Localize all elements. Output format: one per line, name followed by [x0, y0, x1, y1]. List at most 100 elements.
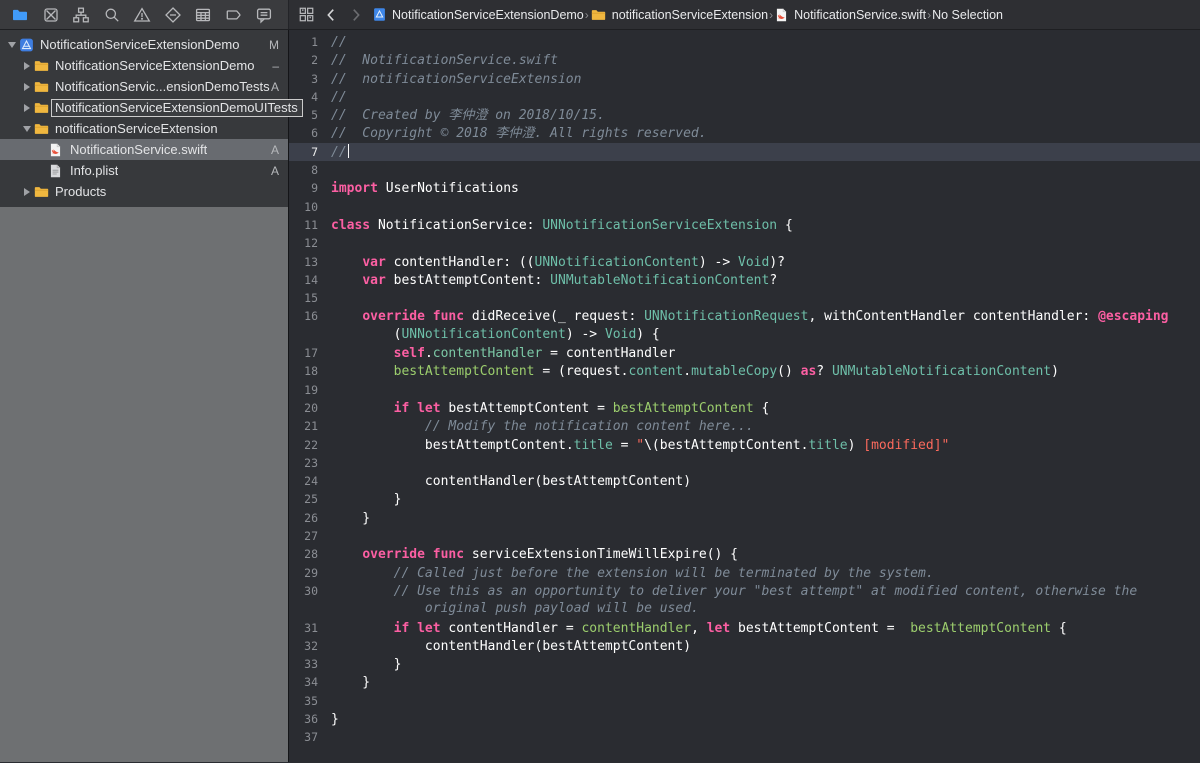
- code-line[interactable]: 2// NotificationService.swift: [289, 51, 1200, 69]
- code-line-wrap[interactable]: original push payload will be used.: [289, 600, 1200, 618]
- code-line[interactable]: 15: [289, 289, 1200, 307]
- code-line[interactable]: 20 if let bestAttemptContent = bestAttem…: [289, 399, 1200, 417]
- disclosure-closed-icon[interactable]: [20, 83, 33, 91]
- breadcrumb-item[interactable]: No Selection: [932, 8, 1003, 22]
- code-line[interactable]: 32 contentHandler(bestAttemptContent): [289, 637, 1200, 655]
- navigator-tab-find-navigator[interactable]: [102, 5, 122, 25]
- navigator-tab-debug-navigator[interactable]: [193, 5, 213, 25]
- code-line[interactable]: 3// notificationServiceExtension: [289, 70, 1200, 88]
- sidebar-item[interactable]: Info.plist A: [0, 160, 288, 181]
- code-token: didReceive(_ request:: [464, 309, 644, 324]
- code-line[interactable]: 18 bestAttemptContent = (request.content…: [289, 362, 1200, 380]
- code-line[interactable]: 21 // Modify the notification content he…: [289, 417, 1200, 435]
- code-line[interactable]: 8: [289, 161, 1200, 179]
- code-line[interactable]: 10: [289, 198, 1200, 216]
- code-line[interactable]: 36}: [289, 710, 1200, 728]
- navigator-tab-symbol-navigator[interactable]: [71, 5, 91, 25]
- code-line[interactable]: 7//: [289, 143, 1200, 161]
- navigator-tab-project-navigator[interactable]: [10, 5, 30, 25]
- code-line[interactable]: 28 override func serviceExtensionTimeWil…: [289, 545, 1200, 563]
- code-line[interactable]: 24 contentHandler(bestAttemptContent): [289, 472, 1200, 490]
- line-number: 21: [289, 417, 331, 435]
- code-token: UNNotificationRequest: [644, 309, 808, 324]
- line-number: 2: [289, 51, 331, 69]
- disclosure-open-icon[interactable]: [20, 126, 33, 132]
- sidebar-item[interactable]: NotificationServiceExtensionDemoUITests: [0, 97, 288, 118]
- code-line[interactable]: 12: [289, 234, 1200, 252]
- code-token: ) {: [636, 327, 659, 342]
- navigator-tab-report-navigator[interactable]: [254, 5, 274, 25]
- sidebar-item[interactable]: Products: [0, 181, 288, 202]
- sidebar-item-label: notificationServiceExtension: [55, 121, 218, 136]
- code-text: //: [331, 90, 347, 105]
- related-items-button[interactable]: [297, 6, 315, 24]
- code-line[interactable]: 23: [289, 454, 1200, 472]
- code-line[interactable]: 25 }: [289, 490, 1200, 508]
- sidebar-item[interactable]: NotificationServiceExtensionDemo–: [0, 55, 288, 76]
- code-token: ): [848, 438, 864, 453]
- breadcrumb-item[interactable]: notificationServiceExtension: [590, 7, 768, 23]
- navigator-tab-issue-navigator[interactable]: [132, 5, 152, 25]
- code-line[interactable]: 26 }: [289, 509, 1200, 527]
- sidebar-item[interactable]: NotificationServiceExtensionDemoM: [0, 34, 288, 55]
- code-token: //: [331, 35, 347, 50]
- plist-file-icon: [48, 163, 63, 179]
- code-line[interactable]: 11class NotificationService: UNNotificat…: [289, 216, 1200, 234]
- code-line[interactable]: 6// Copyright © 2018 李仲澄. All rights res…: [289, 124, 1200, 142]
- navigator-tab-test-navigator[interactable]: [163, 5, 183, 25]
- code-text: // notificationServiceExtension: [331, 72, 581, 87]
- source-control-status-badge: M: [269, 38, 288, 52]
- code-line[interactable]: 5// Created by 李仲澄 on 2018/10/15.: [289, 106, 1200, 124]
- source-control-status-badge: A: [271, 164, 288, 178]
- code-line-wrap[interactable]: (UNNotificationContent) -> Void) {: [289, 326, 1200, 344]
- breadcrumb-item[interactable]: NotificationServiceExtensionDemo: [372, 7, 584, 22]
- code-line[interactable]: 35: [289, 692, 1200, 710]
- main-area: NotificationServiceExtensionDemoMNotific…: [0, 30, 1200, 762]
- code-line[interactable]: 19: [289, 381, 1200, 399]
- code-line[interactable]: 31 if let contentHandler = contentHandle…: [289, 619, 1200, 637]
- code-token: var: [362, 273, 385, 288]
- sidebar-item[interactable]: NotificationService.swiftA: [0, 139, 288, 160]
- code-token: UNNotificationContent: [401, 327, 565, 342]
- forward-button[interactable]: [347, 6, 365, 24]
- code-line[interactable]: 29 // Called just before the extension w…: [289, 564, 1200, 582]
- code-token: ": [636, 438, 644, 453]
- line-number: 34: [289, 673, 331, 691]
- code-line[interactable]: 37: [289, 728, 1200, 746]
- sidebar-item[interactable]: notificationServiceExtension: [0, 118, 288, 139]
- sidebar-item-label: Info.plist: [70, 163, 118, 178]
- disclosure-closed-icon[interactable]: [20, 104, 33, 112]
- code-line[interactable]: 13 var contentHandler: ((UNNotificationC…: [289, 253, 1200, 271]
- source-editor[interactable]: 1//2// NotificationService.swift3// noti…: [289, 30, 1200, 762]
- code-line[interactable]: 9import UserNotifications: [289, 179, 1200, 197]
- code-token: bestAttemptContent: [331, 438, 566, 453]
- code-line[interactable]: 14 var bestAttemptContent: UNMutableNoti…: [289, 271, 1200, 289]
- breadcrumb-item[interactable]: NotificationService.swift: [774, 7, 926, 23]
- back-button[interactable]: [322, 6, 340, 24]
- code-token: original push payload will be used.: [331, 601, 699, 616]
- breadcrumb-label: notificationServiceExtension: [612, 8, 768, 22]
- navigator-tab-source-control-navigator[interactable]: [41, 5, 61, 25]
- test-navigator-icon: [164, 6, 182, 24]
- navigator-tab-breakpoint-navigator[interactable]: [224, 5, 244, 25]
- code-line[interactable]: 4//: [289, 88, 1200, 106]
- disclosure-open-icon[interactable]: [5, 42, 18, 48]
- line-number: 24: [289, 472, 331, 490]
- code-token: let: [417, 401, 440, 416]
- disclosure-closed-icon[interactable]: [20, 62, 33, 70]
- line-number: 19: [289, 381, 331, 399]
- code-line[interactable]: 16 override func didReceive(_ request: U…: [289, 307, 1200, 325]
- code-line[interactable]: 17 self.contentHandler = contentHandler: [289, 344, 1200, 362]
- code-token: bestAttemptContent =: [730, 621, 910, 636]
- code-line[interactable]: 22 bestAttemptContent.title = "\(bestAtt…: [289, 436, 1200, 454]
- code-line[interactable]: 1//: [289, 33, 1200, 51]
- disclosure-closed-icon[interactable]: [20, 188, 33, 196]
- code-line[interactable]: 34 }: [289, 673, 1200, 691]
- code-line[interactable]: 30 // Use this as an opportunity to deli…: [289, 582, 1200, 600]
- line-number: 32: [289, 637, 331, 655]
- code-line[interactable]: 33 }: [289, 655, 1200, 673]
- sidebar-item[interactable]: NotificationServic...ensionDemoTestsA: [0, 76, 288, 97]
- code-token: (): [777, 364, 800, 379]
- code-line[interactable]: 27: [289, 527, 1200, 545]
- code-token: @escaping: [1098, 309, 1168, 324]
